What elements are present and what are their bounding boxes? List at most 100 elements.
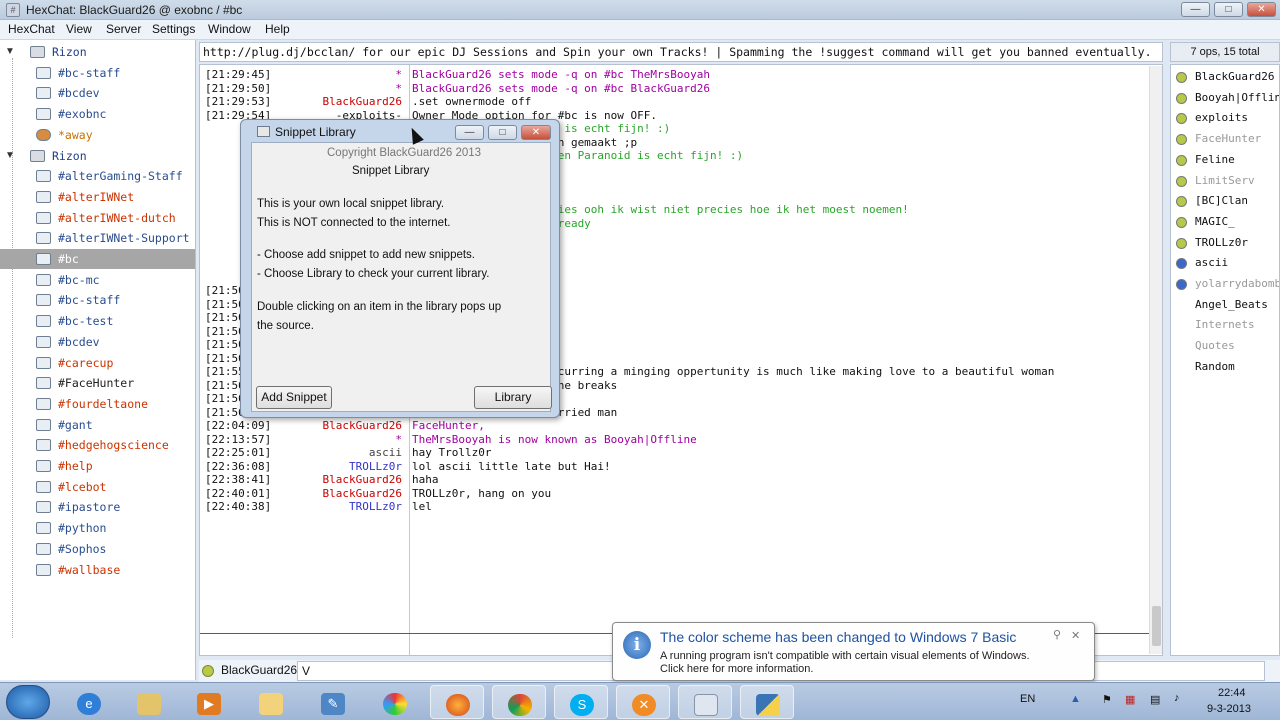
tray-expand-icon[interactable]: ▲ [1070,693,1081,705]
chat-nick[interactable]: TROLLz0r [349,500,402,514]
flag-icon[interactable]: ⚑ [1102,693,1112,706]
chat-nick[interactable]: * [395,433,402,447]
network-icon[interactable]: ▦ [1125,693,1135,706]
balloon-link[interactable]: Click here for more information. [660,663,813,675]
user-item[interactable]: LimitServ [1171,171,1279,191]
taskbar-notepad[interactable]: ✎ [306,685,360,719]
chat-nick[interactable]: ascii [369,446,402,460]
chat-nick[interactable]: TROLLz0r [349,460,402,474]
tree-channel[interactable]: #hedgehogscience [0,435,195,455]
tree-channel[interactable]: *away [0,125,195,145]
start-orb-icon[interactable] [6,685,50,719]
tree-server[interactable]: ▼ Rizon [0,42,195,62]
chat-nick[interactable]: BlackGuard26 [323,473,402,487]
tree-channel[interactable]: #python [0,518,195,538]
maximize-button[interactable]: □ [1214,2,1243,17]
tree-channel[interactable]: #wallbase [0,560,195,580]
minimize-button[interactable]: — [1181,2,1210,17]
tree-channel[interactable]: #bc-test [0,311,195,331]
user-item[interactable]: [BC]Clan [1171,191,1279,211]
chat-nick[interactable]: BlackGuard26 [323,419,402,433]
chat-nick[interactable]: BlackGuard26 [323,487,402,501]
user-item[interactable]: yolarrydabomb [1171,274,1279,294]
tree-channel[interactable]: #gant [0,415,195,435]
nickname-button[interactable]: BlackGuard26 [221,663,297,677]
user-item[interactable]: FaceHunter [1171,129,1279,149]
taskbar-window[interactable] [678,685,732,719]
tree-channel[interactable]: #ipastore [0,497,195,517]
volume-icon[interactable]: ♪ [1174,692,1180,704]
tree-channel[interactable]: #bc [0,249,195,269]
taskbar-firefox[interactable] [430,685,484,719]
user-item[interactable]: Quotes [1171,336,1279,356]
user-item[interactable]: Booyah|Offline [1171,88,1279,108]
menu-view[interactable]: View [66,22,92,36]
tree-channel[interactable]: #alterIWNet-dutch [0,208,195,228]
taskbar-xchat[interactable]: ✕ [616,685,670,719]
user-item[interactable]: Random [1171,357,1279,377]
notification-balloon[interactable]: i The color scheme has been changed to W… [612,622,1095,681]
chat-nick[interactable]: * [395,68,402,82]
tree-channel[interactable]: #bcdev [0,332,195,352]
tree-channel[interactable]: #alterIWNet-Support [0,228,195,248]
taskbar-chrome[interactable] [492,685,546,719]
user-item[interactable]: Internets [1171,315,1279,335]
chat-line: [21:29:50] * BlackGuard26 sets mode -q on … [200,82,1160,96]
menu-help[interactable]: Help [265,22,290,36]
chat-nick[interactable]: * [395,82,402,96]
timestamp: [22:36:08] [205,459,272,473]
user-item[interactable]: MAGIC_ [1171,212,1279,232]
tree-channel[interactable]: #alterIWNet [0,187,195,207]
user-item[interactable]: Angel_Beats [1171,295,1279,315]
dialog-minimize-button[interactable]: — [455,125,484,140]
tree-channel[interactable]: #exobnc [0,104,195,124]
tree-channel[interactable]: #Sophos [0,539,195,559]
dialog-app-icon [257,126,270,137]
menu-window[interactable]: Window [208,22,251,36]
dialog-maximize-button[interactable]: □ [488,125,517,140]
user-item[interactable]: ascii [1171,253,1279,273]
tree-channel[interactable]: #bc-staff [0,290,195,310]
taskbar-colors[interactable] [368,685,422,719]
topic-bar[interactable]: http://plug.dj/bcclan/ for our epic DJ S… [199,42,1163,62]
tree-channel[interactable]: #bc-staff [0,63,195,83]
user-item[interactable]: exploits [1171,108,1279,128]
taskbar-explorer[interactable] [122,685,176,719]
user-item[interactable]: TROLLz0r [1171,233,1279,253]
clock-time[interactable]: 22:44 [1218,687,1246,699]
tree-channel[interactable]: #bcdev [0,83,195,103]
user-item[interactable]: BlackGuard26 [1171,67,1279,87]
menu-hexchat[interactable]: HexChat [8,22,55,36]
balloon-close-button[interactable]: ✕ [1071,629,1080,642]
tree-channel[interactable]: #lcebot [0,477,195,497]
tree-channel[interactable]: #fourdeltaone [0,394,195,414]
taskbar-skype[interactable]: S [554,685,608,719]
chat-scrollbar[interactable] [1149,66,1162,654]
user-item[interactable]: Feline [1171,150,1279,170]
taskbar-paint[interactable] [244,685,298,719]
taskbar-ie[interactable]: e [62,685,116,719]
expand-triangle-icon[interactable]: ▼ [5,42,15,62]
taskbar-media[interactable]: ▶ [182,685,236,719]
tree-channel[interactable]: #FaceHunter [0,373,195,393]
library-button[interactable]: Library [474,386,552,409]
tree-server[interactable]: ▼ Rizon [0,146,195,166]
add-snippet-button[interactable]: Add Snippet [256,386,332,409]
taskbar-python[interactable] [740,685,794,719]
clock-date[interactable]: 9-3-2013 [1207,703,1251,715]
chat-nick[interactable]: BlackGuard26 [323,95,402,109]
tree-channel[interactable]: #help [0,456,195,476]
network-status-icon[interactable]: ▤ [1150,693,1160,706]
pin-icon[interactable]: ⚲ [1053,628,1061,641]
menu-server[interactable]: Server [106,22,141,36]
scrollbar-thumb[interactable] [1152,606,1161,646]
tree-channel[interactable]: #carecup [0,353,195,373]
tree-channel[interactable]: #alterGaming-Staff [0,166,195,186]
expand-triangle-icon[interactable]: ▼ [5,146,15,166]
close-button[interactable]: ✕ [1247,2,1276,17]
dialog-close-button[interactable]: ✕ [521,125,551,140]
language-indicator[interactable]: EN [1020,693,1035,705]
op-status-icon [1176,237,1187,249]
menu-settings[interactable]: Settings [152,22,195,36]
tree-channel[interactable]: #bc-mc [0,270,195,290]
